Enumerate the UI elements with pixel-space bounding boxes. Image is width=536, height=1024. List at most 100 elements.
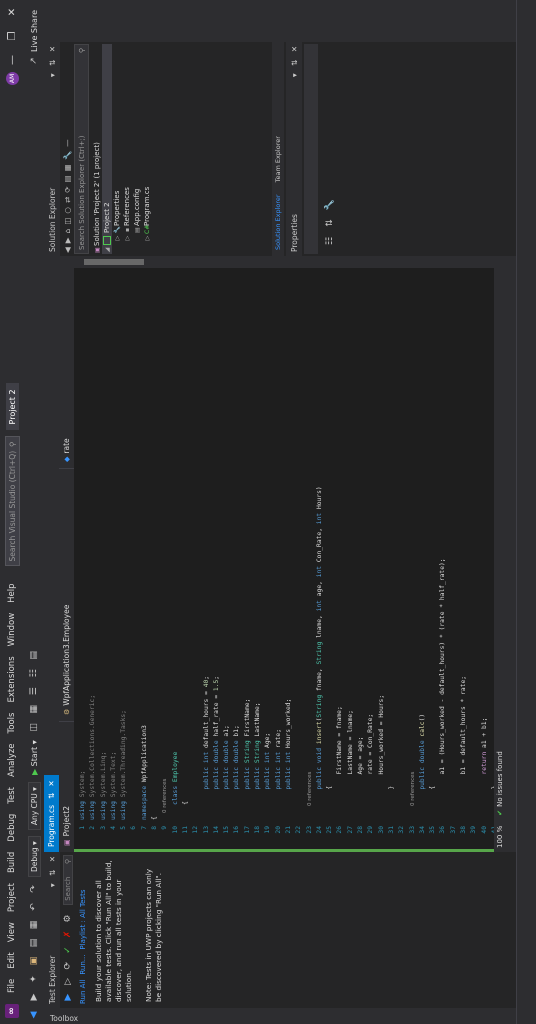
menu-view[interactable]: View — [7, 917, 17, 947]
type-dropdown[interactable]: ⚙ WpfApplication3.Employee — [59, 468, 74, 721]
toolbar-extra-icon-4[interactable]: ☷ — [27, 666, 41, 680]
code-line[interactable]: public double b1; — [232, 280, 242, 820]
pending-changes-icon[interactable]: ○ — [63, 207, 72, 214]
toolbox-strip[interactable]: Toolbox — [44, 1007, 516, 1024]
code-line[interactable]: { — [428, 280, 438, 820]
code-line[interactable]: public String LastName; — [253, 280, 263, 820]
menu-window[interactable]: Window — [7, 608, 17, 652]
code-line[interactable]: 0 references — [408, 280, 418, 820]
pin-icon[interactable]: ⇅ — [48, 60, 57, 66]
dropdown-icon[interactable]: ▾ — [290, 73, 299, 77]
save-icon[interactable]: ▤ — [27, 936, 41, 950]
repeat-icon[interactable]: ⟳ — [61, 960, 75, 972]
code-line[interactable]: public double calc() — [418, 280, 428, 820]
code-text[interactable]: using System; using System.Collections.Ge… — [78, 280, 510, 820]
close-icon[interactable]: ✕ — [48, 46, 57, 52]
close-icon[interactable]: ✕ — [290, 46, 299, 52]
menu-file[interactable]: File — [7, 974, 17, 998]
code-line[interactable]: { — [181, 280, 191, 820]
code-line[interactable]: rate = Con_Rate; — [366, 280, 376, 820]
menu-debug[interactable]: Debug — [7, 809, 17, 847]
code-line[interactable]: return a1 + b1; — [480, 280, 490, 820]
menu-analyze[interactable]: Analyze — [7, 738, 17, 782]
code-line[interactable]: { — [325, 280, 335, 820]
code-line[interactable]: 0 references — [305, 280, 315, 820]
menu-project[interactable]: Project — [7, 878, 17, 917]
code-line[interactable]: public int Age; — [263, 280, 273, 820]
tree-item-solution[interactable]: ▣Solution 'Project 2' (1 project) — [92, 44, 102, 254]
open-icon[interactable]: ▣ — [27, 954, 41, 968]
vertical-scrollbar[interactable] — [74, 256, 494, 268]
code-line[interactable]: using System; — [78, 280, 88, 820]
failed-filter-icon[interactable]: ✗ — [61, 928, 75, 940]
avatar[interactable]: AM — [5, 72, 19, 85]
code-line[interactable]: ​ — [191, 280, 201, 820]
code-line[interactable]: public int rate; — [274, 280, 284, 820]
code-line[interactable]: a1 = (Hours_worked - default_hours) * (r… — [438, 280, 448, 820]
code-line[interactable]: Hours_worked = Hours; — [377, 280, 387, 820]
undo-icon[interactable]: ↶ — [27, 900, 41, 914]
playlist-link[interactable]: Playlist : All Tests — [79, 890, 87, 950]
toolbar-extra-icon-3[interactable]: ☰ — [27, 684, 41, 698]
live-share-button[interactable]: Live Share — [30, 10, 39, 52]
show-all-files-icon[interactable]: ▦ — [63, 164, 72, 171]
tree-item-program-cs[interactable]: ▷C#Program.cs — [142, 44, 152, 254]
code-line[interactable]: class Employee — [171, 280, 181, 820]
close-icon[interactable]: ✕ — [48, 856, 57, 862]
code-line[interactable]: ​ — [397, 280, 407, 820]
code-line[interactable]: { — [150, 280, 160, 820]
save-all-icon[interactable]: ▦ — [27, 918, 41, 932]
code-line[interactable]: ​ — [294, 280, 304, 820]
back-icon[interactable]: ◀ — [27, 1008, 41, 1022]
property-pages-icon[interactable]: 🔧 — [323, 198, 337, 212]
alphabetical-icon[interactable]: ⇅ — [323, 216, 337, 230]
code-line[interactable]: public double a1; — [222, 280, 232, 820]
pin-icon[interactable]: ⇅ — [290, 60, 299, 66]
toolbar-extra-icon-2[interactable]: ▦ — [27, 702, 41, 716]
pin-icon[interactable]: ⇅ — [48, 870, 57, 876]
run-all-link[interactable]: Run All — [79, 980, 87, 1004]
tree-item-app-config[interactable]: ▤App.config — [132, 44, 142, 254]
close-icon[interactable]: ✕ — [47, 780, 56, 786]
search-input[interactable]: Search Visual Studio (Ctrl+Q) ⚲ — [4, 436, 20, 567]
run-icon[interactable]: ▷ — [61, 976, 75, 988]
code-line[interactable]: LastName = lname; — [346, 280, 356, 820]
code-line[interactable]: using System.Threading.Tasks; — [119, 280, 129, 820]
code-line[interactable]: ​ — [449, 280, 459, 820]
project-dropdown[interactable]: ▣ Project2 — [59, 721, 74, 852]
run-link[interactable]: Run... — [79, 955, 87, 975]
tab-solution-explorer[interactable]: Solution Explorer — [272, 188, 284, 256]
object-selector[interactable] — [304, 44, 318, 254]
code-line[interactable]: ​ — [469, 280, 479, 820]
code-line[interactable]: public int Hours_worked; — [284, 280, 294, 820]
code-line[interactable]: FirstName = fname; — [335, 280, 345, 820]
close-icon[interactable]: ✕ — [7, 0, 18, 24]
tree-item-properties[interactable]: ▷🔧Properties — [112, 44, 122, 254]
dropdown-icon[interactable]: ▾ — [48, 883, 57, 887]
preview-icon[interactable]: — — [63, 139, 72, 147]
menu-help[interactable]: Help — [7, 578, 17, 607]
dropdown-icon[interactable]: ▾ — [48, 73, 57, 77]
minimize-icon[interactable]: — — [7, 48, 18, 72]
code-line[interactable]: public double half_rate = 1.5; — [212, 280, 222, 820]
issues-status[interactable]: No issues found — [496, 751, 504, 807]
code-line[interactable]: ​ — [129, 280, 139, 820]
passed-filter-icon[interactable]: ✓ — [61, 944, 75, 956]
switch-views-icon[interactable]: ◫ — [63, 218, 72, 225]
menu-edit[interactable]: Edit — [7, 947, 17, 973]
code-line[interactable]: 0 references — [160, 280, 170, 820]
sync-icon[interactable]: ⇄ — [63, 197, 72, 203]
code-line[interactable]: public void insert(String fname, String … — [315, 280, 325, 820]
settings-icon[interactable]: ⚙ — [61, 913, 75, 925]
start-button[interactable]: ▶ Start ▾ — [30, 740, 39, 775]
test-search-input[interactable]: Search ⚲ — [63, 854, 73, 905]
categorized-icon[interactable]: ☷ — [323, 234, 337, 248]
redo-icon[interactable]: ↷ — [27, 882, 41, 896]
member-dropdown[interactable]: ◆ rate — [59, 256, 74, 468]
platform-select[interactable]: Any CPU ▾ — [27, 782, 41, 831]
solution-search-input[interactable]: Search Solution Explorer (Ctrl+;) ⚲ — [74, 44, 89, 254]
home-icon[interactable]: ⌂ — [63, 229, 72, 234]
forward-icon[interactable]: ▶ — [63, 237, 72, 243]
code-line[interactable]: using System.Text; — [109, 280, 119, 820]
configuration-select[interactable]: Debug ▾ — [27, 836, 41, 877]
